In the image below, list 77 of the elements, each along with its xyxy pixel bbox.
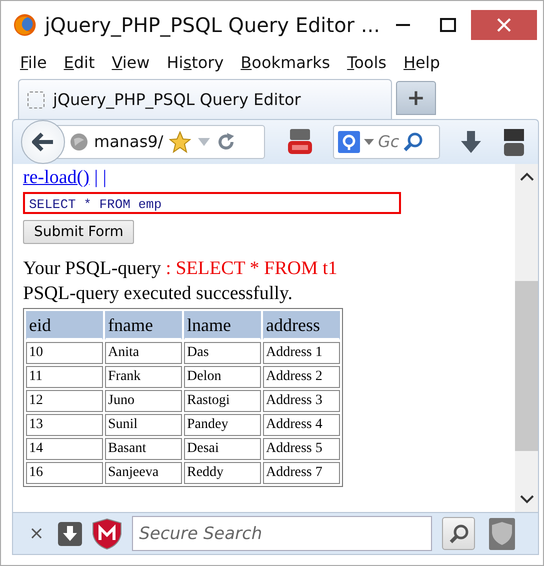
secure-search-field[interactable]: Secure Search bbox=[132, 516, 432, 551]
menu-item[interactable]: Help bbox=[404, 50, 440, 74]
globe-icon bbox=[70, 133, 88, 151]
window-title: jQuery_PHP_PSQL Query Editor ... bbox=[44, 12, 380, 39]
table-cell: Address 2 bbox=[263, 366, 340, 388]
close-icon bbox=[496, 18, 511, 32]
close-toolbar-button[interactable]: × bbox=[25, 520, 48, 547]
table-cell: 10 bbox=[26, 342, 103, 364]
submit-button[interactable]: Submit Form bbox=[23, 220, 134, 244]
column-header: eid bbox=[26, 310, 103, 340]
video-site-icon[interactable] bbox=[504, 127, 524, 157]
search-icon bbox=[448, 524, 469, 544]
table-cell: Delon bbox=[184, 366, 261, 388]
scrollbar[interactable] bbox=[515, 164, 538, 512]
address-bar[interactable]: manas9/ bbox=[55, 125, 265, 159]
bookmark-star-icon bbox=[169, 131, 192, 153]
menu-item[interactable]: Tools bbox=[347, 50, 386, 74]
url-text: manas9/ bbox=[94, 131, 164, 153]
back-button[interactable] bbox=[21, 120, 65, 164]
table-cell: Address 3 bbox=[263, 390, 340, 412]
browser-logo-icon bbox=[13, 13, 37, 37]
browser-tab[interactable]: jQuery_PHP_PSQL Query Editor bbox=[18, 79, 392, 119]
maximize-icon bbox=[440, 18, 456, 32]
table-cell: Address 4 bbox=[263, 414, 340, 436]
query-input[interactable]: SELECT * FROM emp bbox=[23, 192, 401, 214]
table-cell: Frank bbox=[105, 366, 182, 388]
reload-icon bbox=[217, 133, 236, 151]
table-cell: Reddy bbox=[184, 462, 261, 484]
new-tab-button[interactable]: + bbox=[396, 81, 436, 115]
search-button[interactable] bbox=[442, 517, 476, 550]
table-cell: 11 bbox=[26, 366, 103, 388]
table-cell: 14 bbox=[26, 438, 103, 460]
query-echo-text: Your PSQL-query : SELECT * FROM t1 bbox=[23, 257, 338, 282]
menu-item[interactable]: History bbox=[166, 50, 224, 74]
table-cell: Address 5 bbox=[263, 438, 340, 460]
download-icon[interactable] bbox=[58, 522, 82, 546]
video-site-icon[interactable] bbox=[287, 128, 313, 156]
search-placeholder: Gc bbox=[378, 131, 400, 153]
menu-item[interactable]: Edit bbox=[64, 50, 95, 74]
back-arrow-icon bbox=[32, 132, 54, 152]
download-icon[interactable] bbox=[460, 130, 482, 154]
table-cell: Basant bbox=[105, 438, 182, 460]
table-cell: Desai bbox=[184, 438, 261, 460]
table-cell: Juno bbox=[105, 390, 182, 412]
menu-item[interactable]: View bbox=[112, 50, 150, 74]
table-cell: Sanjeeva bbox=[105, 462, 182, 484]
table-cell: 12 bbox=[26, 390, 103, 412]
table-cell: 13 bbox=[26, 414, 103, 436]
table-cell: Address 1 bbox=[263, 342, 340, 364]
minimize-icon bbox=[396, 24, 410, 26]
table-cell: Rastogi bbox=[184, 390, 261, 412]
table-cell: Sunil bbox=[105, 414, 182, 436]
column-header: lname bbox=[184, 310, 261, 340]
table-cell: Address 7 bbox=[263, 462, 340, 484]
reload-link[interactable]: re-load() bbox=[23, 167, 90, 188]
table-cell: Das bbox=[184, 342, 261, 364]
close-button[interactable] bbox=[470, 10, 538, 40]
shield-icon[interactable] bbox=[489, 518, 516, 550]
status-text: PSQL-query executed successfully. bbox=[23, 282, 294, 306]
search-engine-icon bbox=[338, 131, 360, 153]
scroll-down-icon bbox=[520, 495, 534, 504]
scrollbar-thumb[interactable] bbox=[515, 281, 538, 451]
search-field[interactable]: Gc bbox=[333, 125, 440, 159]
menu-item[interactable]: File bbox=[20, 50, 47, 74]
scroll-up-icon bbox=[520, 172, 534, 181]
menu-item[interactable]: Bookmarks bbox=[240, 50, 330, 74]
table-cell: Anita bbox=[105, 342, 182, 364]
dropdown-icon bbox=[197, 137, 212, 147]
shield-icon[interactable] bbox=[92, 518, 122, 550]
separator-text: | | bbox=[94, 167, 107, 188]
column-header: address bbox=[263, 310, 340, 340]
table-cell: Pandey bbox=[184, 414, 261, 436]
page-icon bbox=[27, 90, 45, 108]
search-icon bbox=[403, 132, 424, 152]
caret-icon bbox=[364, 139, 374, 145]
column-header: fname bbox=[105, 310, 182, 340]
table-cell: 16 bbox=[26, 462, 103, 484]
